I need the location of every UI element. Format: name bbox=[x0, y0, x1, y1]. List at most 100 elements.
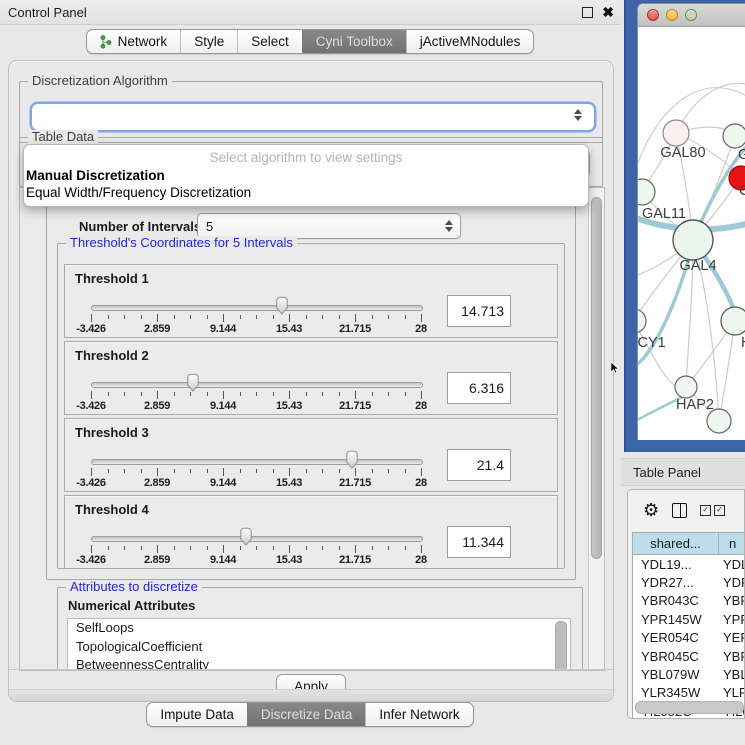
cell-shared-name[interactable]: YBL079W bbox=[633, 667, 719, 682]
cell-shared-name[interactable]: YLR345W bbox=[633, 685, 719, 700]
algorithm-combobox[interactable] bbox=[32, 104, 594, 130]
cell-name[interactable]: YBR043C bbox=[719, 593, 744, 608]
threshold-slider-track[interactable] bbox=[91, 305, 423, 311]
tick-label: 2.859 bbox=[144, 323, 170, 335]
list-scrollbar[interactable] bbox=[555, 621, 567, 671]
threshold-label: Threshold 3 bbox=[75, 425, 149, 440]
node-label-hap2: HAP2 bbox=[676, 397, 714, 413]
combo-spinner-icon[interactable] bbox=[573, 109, 582, 121]
network-window-titlebar[interactable] bbox=[638, 4, 745, 27]
tab-label: Impute Data bbox=[160, 707, 234, 722]
viewport-scrollbar-thumb[interactable] bbox=[591, 197, 602, 559]
tab-impute-data[interactable]: Impute Data bbox=[147, 703, 247, 726]
table-row[interactable]: YBR045CYBR045C bbox=[633, 647, 744, 665]
numerical-attributes-list[interactable]: SelfLoopsTopologicalCoefficientBetweenne… bbox=[67, 618, 571, 671]
threshold-panel-4: Threshold 4 -3.4262.8599.14415.4321.71528… bbox=[64, 495, 558, 569]
cell-name[interactable]: YBR045C bbox=[719, 649, 744, 664]
gear-icon[interactable]: ⚙ bbox=[643, 501, 659, 519]
popup-option-equal-width-frequency-discretization[interactable]: Equal Width/Frequency Discretization bbox=[24, 184, 588, 201]
close-icon[interactable]: ✖ bbox=[602, 5, 614, 19]
tab-cyni-toolbox[interactable]: Cyni Toolbox bbox=[302, 30, 406, 53]
thresholds-group: Threshold's Coordinates for 5 Intervals … bbox=[57, 243, 565, 569]
table-row[interactable]: YDR27...YDR27... bbox=[633, 573, 744, 591]
mouse-cursor bbox=[610, 362, 620, 374]
threshold-value-field[interactable]: 11.344 bbox=[447, 526, 511, 558]
network-graph[interactable]: GAL80 G C GAL11 GAL4 GCY1 H HAP2 bbox=[638, 27, 745, 440]
cell-shared-name[interactable]: YBR045C bbox=[633, 649, 719, 664]
threshold-value-field[interactable]: 21.4 bbox=[447, 449, 511, 481]
tab-label: Network bbox=[118, 34, 168, 49]
node-label-gal11: GAL11 bbox=[642, 206, 686, 222]
network-canvas[interactable]: GAL80 G C GAL11 GAL4 GCY1 H HAP2 bbox=[638, 27, 745, 440]
minimize-traffic-light[interactable] bbox=[666, 9, 678, 21]
cell-shared-name[interactable]: YDR27... bbox=[633, 575, 719, 590]
tab-jactivemnodules[interactable]: jActiveMNodules bbox=[406, 30, 534, 53]
node-gcy1[interactable] bbox=[638, 309, 646, 333]
slider-tick-labels: -3.4262.8599.14415.4321.71528 bbox=[91, 400, 421, 412]
viewport-scrollbar[interactable] bbox=[588, 188, 604, 670]
cell-shared-name[interactable]: YBR043C bbox=[633, 593, 719, 608]
node-gal80[interactable] bbox=[663, 120, 689, 146]
threshold-panel-3: Threshold 3-3.4262.8599.14415.4321.71528… bbox=[64, 418, 558, 492]
node-label-partial-g: G bbox=[738, 147, 745, 163]
tick-label: 9.144 bbox=[210, 400, 236, 412]
node-gal11[interactable] bbox=[638, 179, 655, 205]
cell-name[interactable]: YPR145W bbox=[719, 612, 744, 627]
popup-option-manual-discretization[interactable]: Manual Discretization bbox=[24, 167, 588, 184]
attribute-item-topologicalcoefficient[interactable]: TopologicalCoefficient bbox=[68, 638, 570, 657]
cell-name[interactable]: YER054C bbox=[719, 630, 744, 645]
cell-name[interactable]: YDR27... bbox=[719, 575, 744, 590]
column-header-shared-name[interactable]: shared... bbox=[633, 533, 719, 554]
group-title-algorithm: Discretization Algorithm bbox=[28, 74, 172, 88]
node-partial-top-right[interactable] bbox=[723, 124, 745, 148]
tab-label: Select bbox=[251, 34, 289, 49]
tab-discretize-data[interactable]: Discretize Data bbox=[247, 703, 366, 726]
tick-label: 21.715 bbox=[339, 477, 371, 489]
slider-ticks bbox=[91, 545, 421, 553]
table-row[interactable]: YLR345WYLR345W bbox=[633, 684, 744, 702]
slider-tick-labels: -3.4262.8599.14415.4321.71528 bbox=[91, 554, 421, 566]
node-label-gal80: GAL80 bbox=[660, 145, 705, 161]
tick-label: 2.859 bbox=[144, 554, 170, 566]
checkbox-icon[interactable]: ✓ bbox=[700, 505, 711, 516]
tab-infer-network[interactable]: Infer Network bbox=[365, 703, 472, 726]
table-header-row: shared... n bbox=[633, 533, 744, 555]
tab-network[interactable]: Network bbox=[87, 30, 181, 53]
table-horizontal-scrollbar[interactable] bbox=[635, 701, 744, 714]
table-row[interactable]: YDL19...YDL19... bbox=[633, 555, 744, 573]
threshold-slider-track[interactable] bbox=[91, 459, 423, 465]
table-row[interactable]: YBR043CYBR043C bbox=[633, 592, 744, 610]
close-traffic-light[interactable] bbox=[647, 9, 659, 21]
threshold-label: Threshold 2 bbox=[75, 348, 149, 363]
table-row[interactable]: YER054CYER054C bbox=[633, 629, 744, 647]
node-hap2[interactable] bbox=[675, 376, 697, 398]
threshold-value-field[interactable]: 14.713 bbox=[447, 295, 511, 327]
cell-name[interactable]: YBL079W bbox=[719, 667, 744, 682]
tab-style[interactable]: Style bbox=[180, 30, 237, 53]
cell-name[interactable]: YLR345W bbox=[719, 685, 744, 700]
node-gal4[interactable] bbox=[673, 220, 713, 260]
node-label-partial-c: C bbox=[739, 183, 745, 199]
slider-tick-labels: -3.4262.8599.14415.4321.71528 bbox=[91, 323, 421, 335]
zoom-traffic-light[interactable] bbox=[685, 9, 697, 21]
split-columns-icon[interactable] bbox=[672, 503, 687, 518]
cell-shared-name[interactable]: YPR145W bbox=[633, 612, 719, 627]
column-header-name[interactable]: n bbox=[719, 533, 744, 554]
cell-shared-name[interactable]: YER054C bbox=[633, 630, 719, 645]
threshold-panel-1: Threshold 1-3.4262.8599.14415.4321.71528… bbox=[64, 264, 558, 338]
table-row[interactable]: YBL079WYBL079W bbox=[633, 665, 744, 683]
cell-shared-name[interactable]: YDL19... bbox=[633, 557, 719, 572]
node-partial-h[interactable] bbox=[721, 307, 745, 335]
threshold-slider-track[interactable] bbox=[91, 536, 423, 542]
threshold-value-field[interactable]: 6.316 bbox=[447, 372, 511, 404]
table-row[interactable]: YPR145WYPR145W bbox=[633, 610, 744, 628]
cell-name[interactable]: YDL19... bbox=[719, 557, 744, 572]
tab-select[interactable]: Select bbox=[237, 30, 302, 53]
attribute-item-selfloops[interactable]: SelfLoops bbox=[68, 619, 570, 638]
table-toolbar: ⚙ ✓ ✓ bbox=[628, 490, 744, 530]
float-window-icon[interactable] bbox=[582, 7, 593, 18]
threshold-slider-track[interactable] bbox=[91, 382, 423, 388]
threshold-label: Threshold 4 bbox=[75, 502, 149, 517]
checkbox-icon[interactable]: ✓ bbox=[714, 505, 725, 516]
combo-spinner-icon[interactable] bbox=[444, 220, 453, 232]
